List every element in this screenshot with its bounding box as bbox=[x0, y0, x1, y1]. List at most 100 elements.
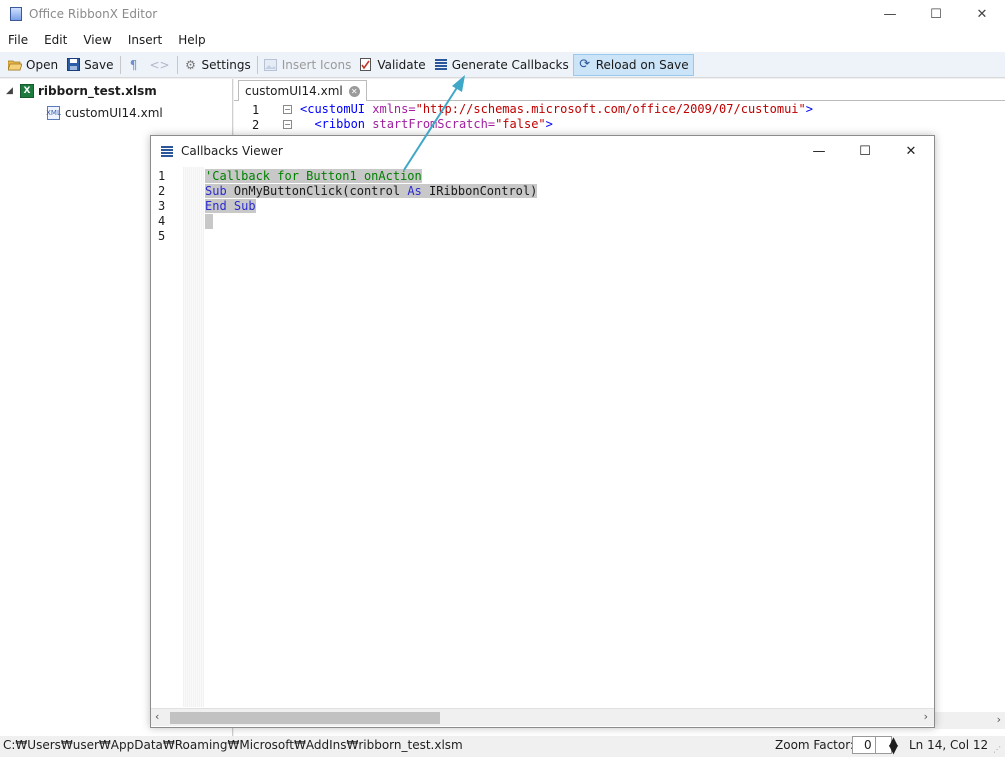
open-button[interactable]: Open bbox=[4, 54, 62, 76]
menu-edit[interactable]: Edit bbox=[36, 33, 75, 47]
gear-icon: ⚙ bbox=[185, 57, 196, 72]
editor-tab-strip: customUI14.xml ✕ bbox=[234, 79, 1005, 101]
dialog-minimize-button[interactable]: — bbox=[796, 136, 842, 166]
save-button[interactable]: Save bbox=[62, 54, 117, 76]
xml-value: "http://schemas.microsoft.com/office/200… bbox=[415, 102, 806, 116]
paragraph-button[interactable]: ¶ bbox=[123, 54, 149, 76]
code-line[interactable]: End Sub bbox=[205, 199, 256, 213]
code-line[interactable] bbox=[205, 214, 213, 229]
validate-document-icon bbox=[359, 58, 373, 72]
xml-tag: > bbox=[545, 117, 553, 131]
zoom-factor-input[interactable]: 0 ▲ ▼ bbox=[852, 735, 898, 755]
dialog-title-bar: Callbacks Viewer — ☐ ✕ bbox=[151, 136, 934, 166]
format-button[interactable]: <> bbox=[149, 54, 175, 76]
expand-arrow-icon[interactable]: ◢ bbox=[6, 86, 20, 96]
line-number: 2 bbox=[252, 118, 260, 132]
floppy-disk-icon bbox=[66, 58, 80, 72]
main-title-bar: Office RibbonX Editor — ☐ ✕ bbox=[0, 0, 1005, 28]
list-icon bbox=[434, 58, 448, 72]
zoom-label: Zoom Factor: bbox=[775, 738, 854, 752]
toolbar-separator bbox=[176, 55, 178, 74]
folder-open-icon bbox=[8, 58, 22, 72]
close-button[interactable]: ✕ bbox=[959, 0, 1005, 28]
generate-callbacks-button[interactable]: Generate Callbacks bbox=[430, 54, 573, 76]
scroll-left-icon[interactable]: ‹ bbox=[155, 710, 159, 723]
fold-toggle-icon[interactable]: − bbox=[283, 105, 292, 114]
insert-icons-button[interactable]: Insert Icons bbox=[260, 54, 356, 76]
reload-icon: ⟳ bbox=[579, 57, 591, 72]
scroll-right-icon[interactable]: › bbox=[924, 710, 928, 723]
toolbar-separator bbox=[256, 55, 258, 74]
maximize-button[interactable]: ☐ bbox=[913, 0, 959, 28]
code-line[interactable]: Sub OnMyButtonClick(control As IRibbonCo… bbox=[205, 184, 538, 198]
line-number: 1 bbox=[252, 103, 260, 117]
line-number: 2 bbox=[158, 184, 166, 198]
paragraph-icon: ¶ bbox=[129, 57, 138, 72]
code-line[interactable]: 'Callback for Button1 onAction bbox=[205, 169, 422, 183]
scrollbar-thumb[interactable] bbox=[170, 712, 440, 724]
tab-label: customUI14.xml bbox=[245, 84, 343, 98]
code-line[interactable]: <customUI xmlns="http://schemas.microsof… bbox=[300, 102, 813, 116]
editor-horizontal-scrollbar[interactable]: › bbox=[934, 712, 1005, 729]
customui-part-name: customUI14.xml bbox=[65, 106, 163, 120]
save-label: Save bbox=[84, 57, 114, 72]
column-position: Col 12 bbox=[950, 738, 989, 752]
minimize-button[interactable]: — bbox=[867, 0, 913, 28]
app-icon bbox=[10, 7, 22, 21]
validate-label: Validate bbox=[377, 57, 426, 72]
settings-button[interactable]: ⚙ Settings bbox=[180, 54, 255, 76]
vba-keyword: Sub bbox=[205, 184, 227, 198]
vba-identifier: OnMyButtonClick(control bbox=[226, 184, 408, 198]
line-number: 4 bbox=[158, 214, 166, 228]
reload-on-save-button[interactable]: ⟳ Reload on Save bbox=[572, 53, 694, 76]
settings-label: Settings bbox=[201, 57, 251, 72]
menu-view[interactable]: View bbox=[75, 33, 119, 47]
window-controls: — ☐ ✕ bbox=[867, 0, 1005, 28]
line-number: 3 bbox=[158, 199, 166, 213]
dialog-title: Callbacks Viewer bbox=[181, 144, 283, 158]
fold-toggle-icon[interactable]: − bbox=[283, 120, 292, 129]
line-number: 1 bbox=[158, 169, 166, 183]
resize-grip-icon[interactable]: ⋰ bbox=[993, 745, 1003, 755]
fold-margin bbox=[183, 167, 204, 707]
dialog-close-button[interactable]: ✕ bbox=[888, 136, 934, 166]
xml-tag: <customUI bbox=[300, 102, 373, 116]
xml-attribute: xmlns= bbox=[372, 102, 416, 116]
menu-file[interactable]: File bbox=[0, 33, 36, 47]
xml-value: "false" bbox=[495, 117, 546, 131]
menu-insert[interactable]: Insert bbox=[120, 33, 170, 47]
status-bar: C:₩Users₩user₩AppData₩Roaming₩Microsoft₩… bbox=[0, 735, 1005, 757]
validate-button[interactable]: Validate bbox=[355, 54, 429, 76]
open-label: Open bbox=[26, 57, 59, 72]
toolbar-separator bbox=[119, 55, 121, 74]
menu-bar: File Edit View Insert Help bbox=[0, 28, 1005, 52]
code-line[interactable]: <ribbon startFromScratch="false"> bbox=[300, 117, 553, 131]
close-tab-icon[interactable]: ✕ bbox=[348, 85, 360, 97]
generate-callbacks-label: Generate Callbacks bbox=[451, 57, 569, 72]
xml-tag: <ribbon bbox=[300, 117, 373, 131]
xml-file-icon: XML bbox=[46, 106, 61, 120]
window-title: Office RibbonX Editor bbox=[29, 7, 158, 21]
tab-customui14[interactable]: customUI14.xml ✕ bbox=[238, 80, 367, 101]
scroll-right-icon[interactable]: › bbox=[997, 713, 1001, 726]
spin-down-icon[interactable]: ▼ bbox=[876, 743, 900, 755]
line-number-gutter: 1 2 3 4 5 bbox=[151, 167, 183, 707]
vba-keyword: As bbox=[407, 184, 422, 198]
zoom-spinner[interactable]: ▲ ▼ bbox=[875, 735, 898, 755]
image-icon bbox=[264, 58, 278, 72]
workbook-name: ribborn_test.xlsm bbox=[38, 84, 157, 98]
callbacks-code-view[interactable]: 1 2 3 4 5 'Callback for Button1 onAction… bbox=[151, 167, 934, 711]
file-path: C:₩Users₩user₩AppData₩Roaming₩Microsoft₩… bbox=[3, 738, 463, 752]
xml-attribute: startFromScratch= bbox=[372, 117, 496, 131]
tree-item-customui[interactable]: XML customUI14.xml bbox=[46, 103, 163, 123]
vba-comment: 'Callback for Button1 onAction bbox=[205, 169, 422, 183]
menu-help[interactable]: Help bbox=[170, 33, 213, 47]
line-position: Ln 14, bbox=[909, 738, 947, 752]
zoom-value: 0 bbox=[864, 738, 872, 752]
tree-item-workbook[interactable]: ◢ X ribborn_test.xlsm bbox=[6, 81, 157, 101]
line-number: 5 bbox=[158, 229, 166, 243]
dialog-window-controls: — ☐ ✕ bbox=[796, 136, 934, 166]
dialog-horizontal-scrollbar[interactable]: ‹ › bbox=[151, 708, 934, 726]
callbacks-viewer-dialog: Callbacks Viewer — ☐ ✕ 1 2 3 4 5 'Callba… bbox=[150, 135, 935, 728]
dialog-maximize-button[interactable]: ☐ bbox=[842, 136, 888, 166]
